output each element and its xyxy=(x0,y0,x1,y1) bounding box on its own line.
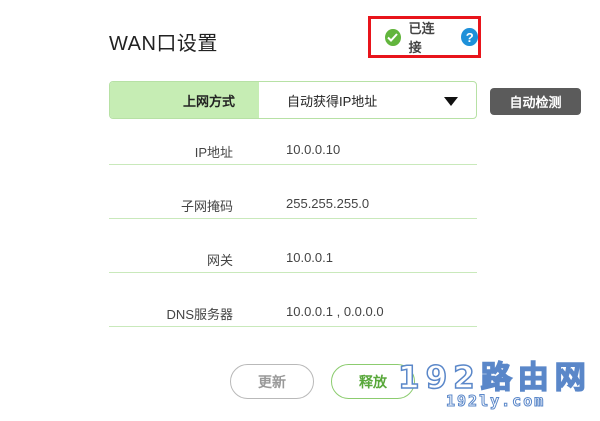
watermark: 192路由网 192ly.com xyxy=(397,352,598,416)
info-row-dns: DNS服务器 10.0.0.1 , 0.0.0.0 xyxy=(109,298,477,327)
ip-label: IP地址 xyxy=(194,145,233,160)
watermark-url: 192ly.com xyxy=(445,392,546,411)
info-row-gateway: 网关 10.0.0.1 xyxy=(109,244,477,273)
subnet-label: 子网掩码 xyxy=(180,199,233,214)
dns-label: DNS服务器 xyxy=(166,307,233,322)
selected-option-text: 自动获得IP地址 xyxy=(287,93,378,109)
connection-type-select[interactable]: 上网方式 自动获得IP地址 xyxy=(109,81,477,119)
auto-detect-button[interactable]: 自动检测 xyxy=(490,88,581,115)
watermark-title: 192路由网 xyxy=(397,359,592,397)
gateway-value: 10.0.0.1 xyxy=(286,250,333,265)
connection-type-label: 上网方式 xyxy=(110,82,259,118)
status-text: 已连接 xyxy=(408,21,435,55)
subnet-value: 255.255.255.0 xyxy=(286,196,370,211)
dropdown-arrow-icon[interactable] xyxy=(444,97,458,106)
connection-status-indicator: 已连接 ? xyxy=(368,16,481,58)
connection-type-value[interactable]: 自动获得IP地址 xyxy=(259,82,476,118)
dns-value: 10.0.0.1 , 0.0.0.0 xyxy=(286,304,384,319)
info-row-ip: IP地址 10.0.0.10 xyxy=(109,136,477,165)
page-title: WAN口设置 xyxy=(109,33,218,55)
help-icon[interactable]: ? xyxy=(461,28,478,46)
gateway-label: 网关 xyxy=(206,253,233,268)
check-circle-icon xyxy=(385,28,401,46)
ip-value: 10.0.0.10 xyxy=(286,142,341,157)
info-row-subnet: 子网掩码 255.255.255.0 xyxy=(109,190,477,219)
renew-button[interactable]: 更新 xyxy=(230,364,314,399)
